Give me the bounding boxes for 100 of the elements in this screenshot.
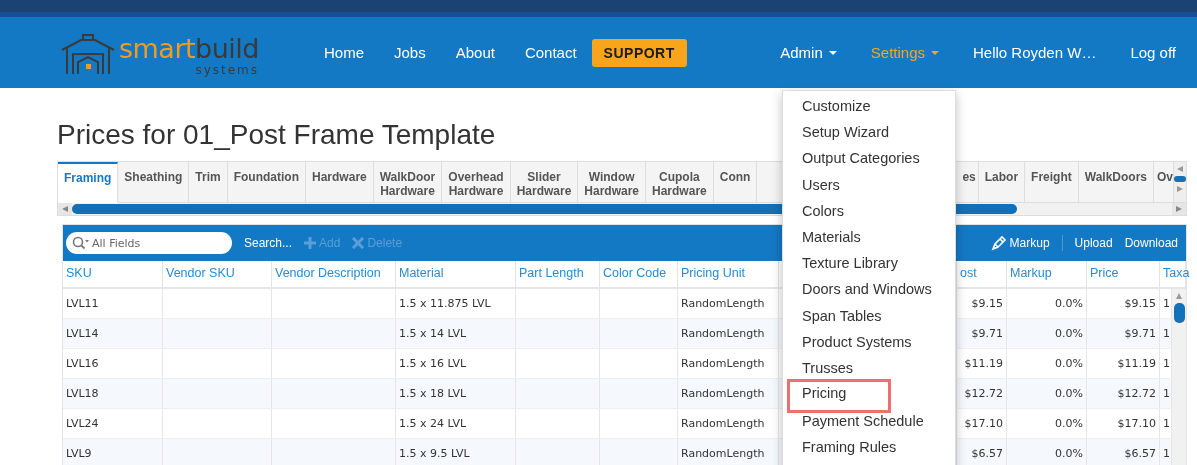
search-icon (72, 236, 90, 250)
table-cell: $12.72 (1117, 387, 1156, 400)
column-header[interactable]: SKU (63, 261, 163, 287)
table-cell: $11.19 (1117, 357, 1156, 370)
menu-item[interactable]: Colors (783, 199, 955, 226)
table-cell: 0.0% (1055, 357, 1083, 370)
menu-item[interactable]: Materials (783, 225, 955, 253)
nav-link[interactable]: Home (309, 44, 379, 61)
table-cell: LVL14 (66, 327, 99, 340)
menu-item[interactable]: Framing Rules (783, 436, 955, 463)
table-cell: RandomLength (681, 297, 765, 310)
table-cell: 0.0% (1055, 297, 1083, 310)
nav-link[interactable]: Hello Royden W… (958, 44, 1112, 61)
tab-scroll-thumb[interactable] (1174, 176, 1186, 182)
scroll-right-icon[interactable] (1177, 186, 1183, 192)
column-header[interactable]: Vendor SKU (163, 261, 272, 287)
tab[interactable]: Slider Hardware (510, 162, 579, 202)
table-cell: 0.0% (1055, 327, 1083, 340)
table-cell: $12.72 (964, 387, 1003, 400)
column-header[interactable]: Vendor Description (272, 261, 396, 287)
table-cell: 1.5 x 24 LVL (399, 417, 467, 430)
tab[interactable]: Conn (713, 162, 758, 202)
table-cell: $6.57 (1124, 447, 1156, 460)
table-cell: RandomLength (681, 447, 765, 460)
close-icon (352, 237, 365, 249)
table-cell: LVL24 (66, 417, 99, 430)
tab[interactable]: Labor (978, 162, 1026, 202)
column-header[interactable]: ost (957, 261, 1007, 287)
plus-icon (304, 237, 317, 249)
column-header[interactable]: Part Length (516, 261, 600, 287)
table-cell: 1.5 x 14 LVL (399, 327, 467, 340)
tab[interactable]: Cupola Hardware (646, 162, 714, 202)
menu-item[interactable]: Product Systems (783, 330, 955, 357)
column-header[interactable]: Material (396, 261, 516, 287)
column-header[interactable]: Price (1087, 261, 1160, 287)
menu-item[interactable]: Span Tables (783, 304, 955, 331)
table-cell: RandomLength (681, 357, 765, 370)
table-cell: $17.10 (964, 417, 1003, 430)
search-field[interactable]: All Fields (66, 232, 232, 254)
table-cell: $9.15 (1124, 297, 1156, 310)
table-cell: LVL16 (66, 357, 99, 370)
table-cell: $9.71 (1124, 327, 1156, 340)
table-cell: 1.5 x 16 LVL (399, 357, 467, 370)
logo-wordmark: smartbuild (119, 33, 259, 64)
column-header[interactable]: Color Code (600, 261, 678, 287)
pencil-icon (990, 235, 1007, 251)
table-cell: 1 (1163, 357, 1170, 370)
menu-item[interactable]: Output Categories (783, 147, 955, 174)
table-cell: 0.0% (1055, 387, 1083, 400)
nav-link[interactable]: Jobs (379, 44, 441, 61)
tab[interactable]: Sheathing (118, 162, 190, 202)
tab[interactable]: WalkDoor Hardware (373, 162, 443, 202)
table-cell: $9.71 (971, 327, 1003, 340)
menu-item[interactable]: Customize (783, 95, 955, 122)
table-cell: 1.5 x 9.5 LVL (399, 447, 470, 460)
scroll-right-icon[interactable] (1176, 206, 1182, 212)
scroll-left-icon[interactable] (62, 206, 68, 212)
scroll-left-icon[interactable] (1177, 166, 1183, 172)
table-cell: $6.57 (971, 447, 1003, 460)
page-title: Prices for 01_Post Frame Template (57, 118, 496, 152)
table-cell: 1 (1163, 297, 1170, 310)
menu-item[interactable]: Users (783, 173, 955, 200)
table-cell: RandomLength (681, 327, 765, 340)
table-cell: 0.0% (1055, 447, 1083, 460)
nav-link[interactable]: Log off (1115, 44, 1191, 61)
table-cell: $9.15 (971, 297, 1003, 310)
tab[interactable]: Foundation (227, 162, 307, 202)
menu-item[interactable]: Setup Wizard (783, 121, 955, 148)
table-cell: 1.5 x 18 LVL (399, 387, 467, 400)
markup-button[interactable]: Markup (990, 235, 1063, 251)
nav-link[interactable]: About (440, 44, 510, 61)
logo-tagline: systems (195, 63, 259, 76)
scroll-up-icon[interactable] (1176, 293, 1182, 299)
toolbar-link[interactable]: Download (1124, 236, 1186, 250)
tab[interactable]: WalkDoors (1078, 162, 1154, 202)
column-header[interactable]: Markup (1007, 261, 1087, 287)
tab[interactable]: Hardware (306, 162, 374, 202)
table-cell: 1 (1163, 447, 1170, 460)
toolbar-link[interactable]: Upload (1074, 236, 1113, 250)
tab[interactable]: Trim (189, 162, 228, 202)
support-button[interactable]: SUPPORT (591, 38, 687, 67)
column-header[interactable]: Pricing Unit (678, 261, 779, 287)
table-cell: 1 (1163, 417, 1170, 430)
tab[interactable]: es (958, 162, 979, 202)
table-cell: LVL18 (66, 387, 99, 400)
table-cell: LVL9 (66, 447, 92, 460)
table-cell: 1 (1163, 327, 1170, 340)
menu-item[interactable]: Texture Library (783, 252, 955, 279)
menu-item[interactable]: Doors and Windows (783, 278, 955, 305)
nav-menu[interactable]: Admin (765, 44, 852, 61)
tab[interactable]: Ov (1154, 162, 1173, 202)
table-cell: $17.10 (1117, 417, 1156, 430)
tab[interactable]: Freight (1025, 162, 1079, 202)
search-button[interactable]: Search... (244, 236, 293, 250)
table-cell: 0.0% (1055, 417, 1083, 430)
tab[interactable]: Window Hardware (578, 162, 647, 202)
tab[interactable]: Overhead Hardware (442, 162, 511, 202)
nav-link[interactable]: Contact (509, 44, 592, 61)
tab[interactable]: Framing (58, 162, 119, 203)
table-cell: RandomLength (681, 417, 765, 430)
